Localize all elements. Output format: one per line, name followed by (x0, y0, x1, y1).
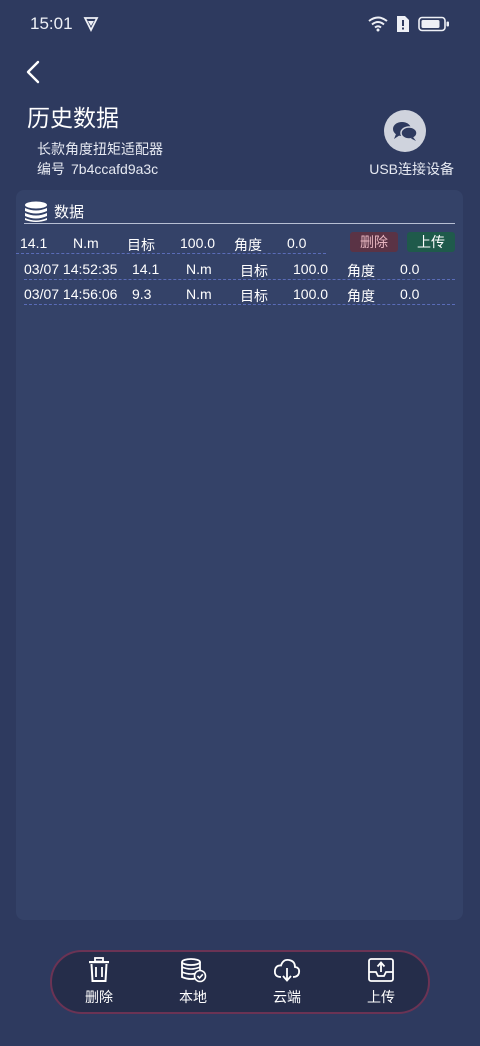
row-unit: N.m (186, 261, 212, 277)
row-target: 100.0 (293, 261, 329, 277)
vpn-shield-icon (83, 17, 99, 32)
data-panel: 数据 14.1 N.m 目标 100.0 角度 0.0 删除 上传 03/07 … (16, 190, 463, 920)
device-id-value: 7b4ccafd9a3c (71, 161, 159, 177)
row-angle-label: 角度 (347, 288, 375, 304)
device-id-line: 编号 7b4ccafd9a3c (37, 159, 158, 179)
nav-local[interactable]: 本地 (158, 957, 228, 1007)
page-title: 历史数据 (27, 105, 119, 131)
table-row[interactable]: 03/07 14:56:06 9.3 N.m 目标 100.0 角度 0.0 (24, 283, 455, 305)
device-id-label: 编号 (37, 161, 65, 177)
row-time: 03/07 14:56:06 (24, 286, 118, 302)
status-bar: 15:01 (0, 0, 480, 48)
row-angle-label: 角度 (234, 237, 262, 253)
table-row[interactable]: 14.1 N.m 目标 100.0 角度 0.0 (16, 232, 326, 254)
row-target-label: 目标 (240, 288, 268, 304)
usb-connect-button[interactable]: USB连接设备 (358, 110, 454, 180)
chevron-left-icon (26, 60, 40, 84)
nav-delete-label: 删除 (85, 989, 113, 1005)
row-value: 9.3 (132, 286, 152, 302)
trash-icon (89, 957, 109, 982)
row-unit: N.m (186, 286, 212, 302)
database-stack-icon (25, 201, 47, 222)
row-angle: 0.0 (400, 286, 420, 302)
row-time: 03/07 14:52:35 (24, 261, 118, 277)
nav-upload-label: 上传 (367, 989, 395, 1005)
cloud-download-icon (273, 958, 301, 982)
row-target: 100.0 (293, 286, 329, 302)
row-angle: 0.0 (287, 235, 307, 251)
bottom-nav: 删除 本地 云端 上传 (50, 950, 430, 1014)
wifi-icon (368, 16, 388, 32)
row-value: 14.1 (132, 261, 160, 277)
usb-connect-icon (384, 110, 426, 152)
battery-icon (418, 16, 449, 32)
row-target-label: 目标 (240, 263, 268, 279)
device-name: 长款角度扭矩适配器 (37, 141, 163, 157)
nav-cloud-label: 云端 (273, 989, 301, 1005)
row-angle: 0.0 (400, 261, 420, 277)
database-icon (181, 958, 207, 983)
usb-connect-label: USB连接设备 (369, 161, 454, 177)
panel-header: 数据 (24, 200, 455, 224)
nav-upload[interactable]: 上传 (346, 957, 416, 1007)
tray-upload-icon (368, 958, 394, 982)
row-target: 100.0 (180, 235, 216, 251)
sim-alert-icon (397, 16, 409, 32)
upload-row-button[interactable]: 上传 (407, 232, 455, 252)
row-unit: N.m (73, 235, 99, 251)
row-target-label: 目标 (127, 237, 155, 253)
chat-bubbles-icon (393, 122, 418, 141)
nav-local-label: 本地 (179, 989, 207, 1005)
delete-row-button[interactable]: 删除 (350, 232, 398, 252)
table-row[interactable]: 03/07 14:52:35 14.1 N.m 目标 100.0 角度 0.0 (24, 258, 455, 280)
panel-title: 数据 (54, 204, 85, 221)
nav-delete[interactable]: 删除 (64, 957, 134, 1007)
status-time: 15:01 (30, 14, 73, 33)
row-value: 14.1 (20, 235, 48, 251)
nav-cloud[interactable]: 云端 (252, 957, 322, 1007)
back-button[interactable] (22, 58, 46, 86)
row-angle-label: 角度 (347, 263, 375, 279)
